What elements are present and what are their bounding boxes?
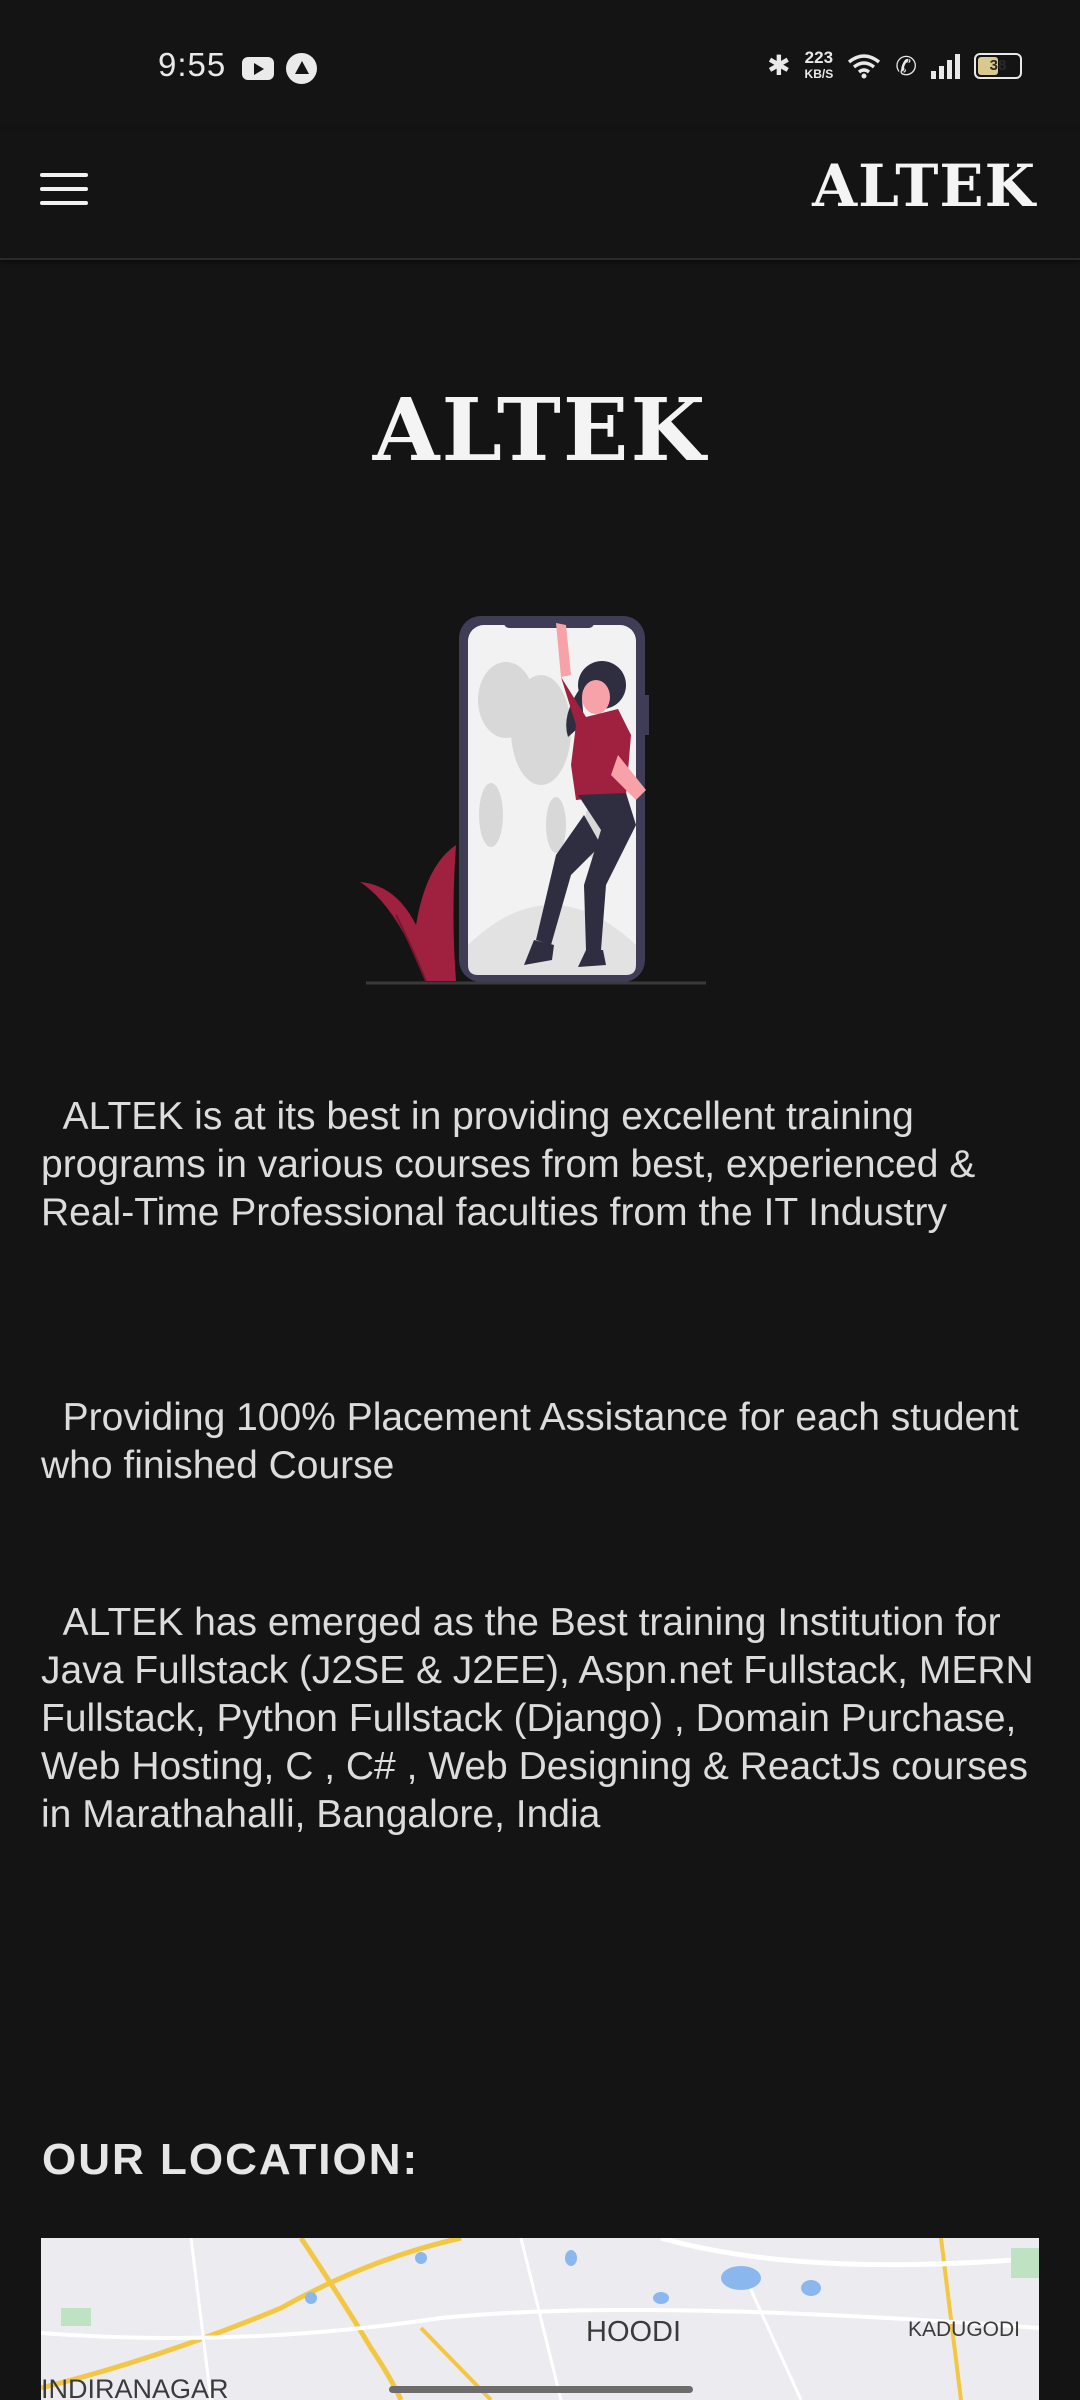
battery-icon: 38 xyxy=(974,53,1022,79)
map-label-hoodi: HOODI xyxy=(586,2316,682,2348)
header-logo[interactable]: ALTEK xyxy=(812,152,1036,220)
location-map[interactable]: HOODI KADUGODI INDIRANAGAR xyxy=(41,2238,1039,2400)
battery-level: 38 xyxy=(989,57,1007,74)
wifi-call-icon: ✆ xyxy=(895,50,917,81)
signal-icon xyxy=(931,53,960,79)
placement-paragraph: Providing 100% Placement Assistance for … xyxy=(41,1396,1030,1487)
network-speed-unit: KB/S xyxy=(804,67,834,81)
network-speed-value: 223 xyxy=(804,48,834,67)
map-label-indiranagar: INDIRANAGAR xyxy=(41,2374,229,2400)
app-header: ALTEK xyxy=(0,130,1080,260)
status-icons: ✱ 223 KB/S ✆ 38 xyxy=(767,48,1022,82)
bluetooth-icon: ✱ xyxy=(767,50,791,81)
location-title: OUR LOCATION: xyxy=(42,2135,420,2184)
home-indicator[interactable] xyxy=(389,2386,693,2393)
wifi-icon xyxy=(848,54,881,79)
app-notification-icon xyxy=(286,53,317,84)
courses-paragraph: ALTEK has emerged as the Best training I… xyxy=(41,1601,1045,1836)
woman-in-phone-illustration xyxy=(360,616,706,985)
status-time: 9:55 xyxy=(158,46,227,83)
youtube-icon xyxy=(242,57,274,80)
hamburger-menu-icon[interactable] xyxy=(40,170,88,208)
hero-logo: ALTEK xyxy=(372,380,708,481)
network-speed: 223 KB/S xyxy=(804,48,834,82)
intro-paragraph: ALTEK is at its best in providing excell… xyxy=(41,1095,987,1234)
map-label-kadugodi: KADUGODI xyxy=(908,2318,1021,2341)
status-bar: 9:55 ✱ 223 KB/S ✆ 38 xyxy=(0,0,1080,130)
